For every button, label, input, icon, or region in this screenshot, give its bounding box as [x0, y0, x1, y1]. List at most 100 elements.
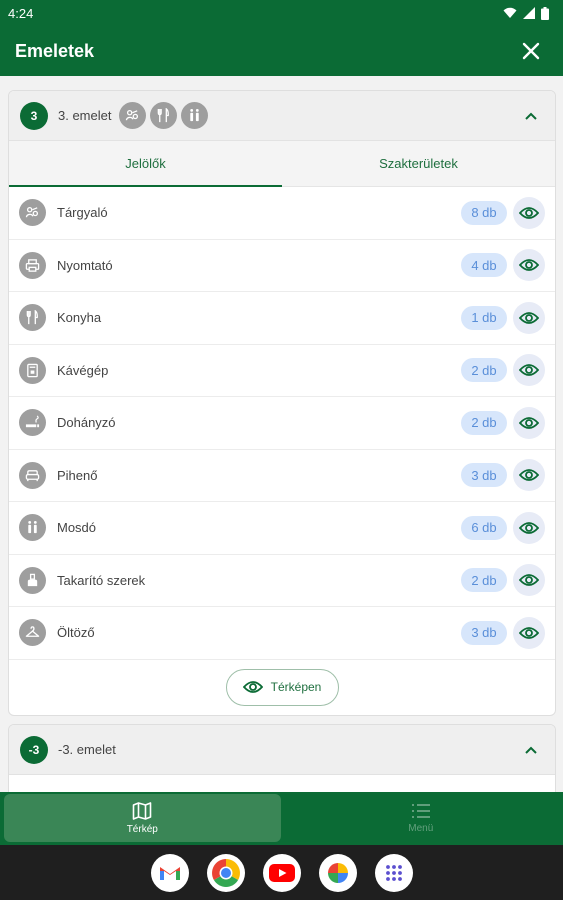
- app-bar: Emeletek: [0, 26, 563, 76]
- count-badge: 1 db: [461, 305, 507, 330]
- list-item-label: Nyomtató: [57, 257, 113, 273]
- eye-icon: [519, 626, 539, 639]
- list-item-label: Takarító szerek: [57, 572, 146, 588]
- chevron-up-icon: [525, 112, 537, 120]
- show-on-map-button[interactable]: [513, 459, 545, 492]
- eye-icon: [519, 469, 539, 482]
- eye-icon: [519, 574, 539, 587]
- count-badge: 4 db: [461, 253, 507, 278]
- printer-icon: [19, 251, 46, 279]
- floor-title: 3. emelet: [58, 108, 112, 123]
- close-button[interactable]: [517, 37, 545, 65]
- cleaning-icon: [19, 566, 46, 594]
- photos-icon[interactable]: [318, 853, 357, 892]
- list-item-label: Konyha: [57, 310, 102, 326]
- map-icon: [132, 801, 152, 820]
- cutlery-icon: [19, 304, 46, 332]
- count-badge: 2 db: [461, 358, 507, 383]
- list-item[interactable]: Kávégép 2 db: [9, 345, 555, 397]
- floor-card: 3 3. emelet Jelölők Szakterületek Tárgya…: [8, 90, 556, 716]
- floors-list: 3 3. emelet Jelölők Szakterületek Tárgya…: [0, 76, 563, 792]
- status-icons: [503, 6, 549, 20]
- list-item-label: Mosdó: [57, 520, 97, 536]
- floor-icons: [119, 102, 209, 129]
- restroom-icon: [181, 102, 209, 129]
- app-dock: [0, 845, 563, 900]
- count-badge: 6 db: [461, 515, 507, 540]
- eye-icon: [242, 681, 263, 693]
- list-item[interactable]: Öltöző 3 db: [9, 607, 555, 660]
- apps-grid-icon[interactable]: [374, 853, 413, 892]
- status-bar: 4:24: [0, 0, 563, 26]
- chevron-up-icon: [525, 746, 537, 754]
- nav-menu[interactable]: Menü: [283, 794, 560, 842]
- status-time: 4:24: [8, 5, 34, 21]
- close-icon: [522, 42, 540, 60]
- collapse-button[interactable]: [519, 738, 543, 762]
- floor-badge: 3: [20, 101, 48, 130]
- signal-icon: [523, 7, 535, 19]
- nav-map[interactable]: Térkép: [4, 794, 281, 842]
- floor-card: -3 -3. emelet: [8, 724, 556, 792]
- show-on-map-button[interactable]: [513, 616, 545, 649]
- floor-badge: -3: [20, 735, 48, 764]
- page-title: Emeletek: [15, 40, 95, 61]
- list-item[interactable]: Takarító szerek 2 db: [9, 555, 555, 607]
- youtube-icon[interactable]: [262, 853, 301, 892]
- list-icon: [411, 803, 430, 818]
- map-button-label: Térképen: [270, 680, 322, 694]
- floor-title: -3. emelet: [58, 742, 116, 757]
- show-on-map-button[interactable]: [513, 249, 545, 282]
- sofa-icon: [19, 461, 46, 489]
- list-item-label: Dohányzó: [57, 415, 116, 431]
- smoking-icon: [19, 409, 46, 437]
- coffee-machine-icon: [19, 356, 46, 384]
- wifi-icon: [503, 7, 517, 18]
- eye-icon: [519, 364, 539, 377]
- show-on-map-button[interactable]: [513, 354, 545, 387]
- nav-map-label: Térkép: [126, 823, 158, 835]
- list-item[interactable]: Tárgyaló 8 db: [9, 187, 555, 240]
- map-button-area: Térképen: [9, 660, 555, 715]
- nav-menu-label: Menü: [408, 822, 434, 834]
- restroom-icon: [19, 514, 46, 542]
- show-on-map-button[interactable]: [513, 196, 545, 229]
- eye-icon: [519, 416, 539, 429]
- hanger-icon: [19, 619, 46, 647]
- show-on-map-button[interactable]: [513, 564, 545, 597]
- list-item[interactable]: Dohányzó 2 db: [9, 397, 555, 450]
- tab-bar: Jelölők Szakterületek: [9, 141, 555, 187]
- gmail-icon[interactable]: [150, 853, 189, 892]
- list-item[interactable]: Konyha 1 db: [9, 292, 555, 345]
- eye-icon: [519, 206, 539, 219]
- count-badge: 2 db: [461, 410, 507, 435]
- count-badge: 3 db: [461, 463, 507, 488]
- floor-header[interactable]: -3 -3. emelet: [9, 725, 555, 775]
- bottom-nav: Térkép Menü: [0, 792, 563, 845]
- count-badge: 2 db: [461, 568, 507, 593]
- list-item[interactable]: Mosdó 6 db: [9, 502, 555, 555]
- list-item-label: Öltöző: [57, 625, 95, 641]
- battery-icon: [541, 6, 549, 20]
- floor-header[interactable]: 3 3. emelet: [9, 91, 555, 141]
- list-item[interactable]: Nyomtató 4 db: [9, 240, 555, 292]
- show-on-map-outline-button[interactable]: Térképen: [225, 668, 339, 706]
- tab-specialties[interactable]: Szakterületek: [282, 141, 555, 186]
- cutlery-icon: [150, 102, 178, 129]
- show-on-map-button[interactable]: [513, 301, 545, 334]
- count-badge: 8 db: [461, 200, 507, 225]
- list-item-label: Pihenő: [57, 467, 98, 483]
- count-badge: 3 db: [461, 620, 507, 645]
- show-on-map-button[interactable]: [513, 511, 545, 544]
- list-item-label: Kávégép: [57, 362, 109, 378]
- chrome-icon[interactable]: [206, 853, 245, 892]
- tab-markers[interactable]: Jelölők: [9, 141, 282, 187]
- eye-icon: [519, 259, 539, 272]
- list-item-label: Tárgyaló: [57, 205, 108, 221]
- meeting-icon: [19, 199, 46, 227]
- meeting-icon: [119, 102, 147, 129]
- show-on-map-button[interactable]: [513, 406, 545, 439]
- eye-icon: [519, 311, 539, 324]
- collapse-button[interactable]: [519, 104, 543, 128]
- list-item[interactable]: Pihenő 3 db: [9, 450, 555, 502]
